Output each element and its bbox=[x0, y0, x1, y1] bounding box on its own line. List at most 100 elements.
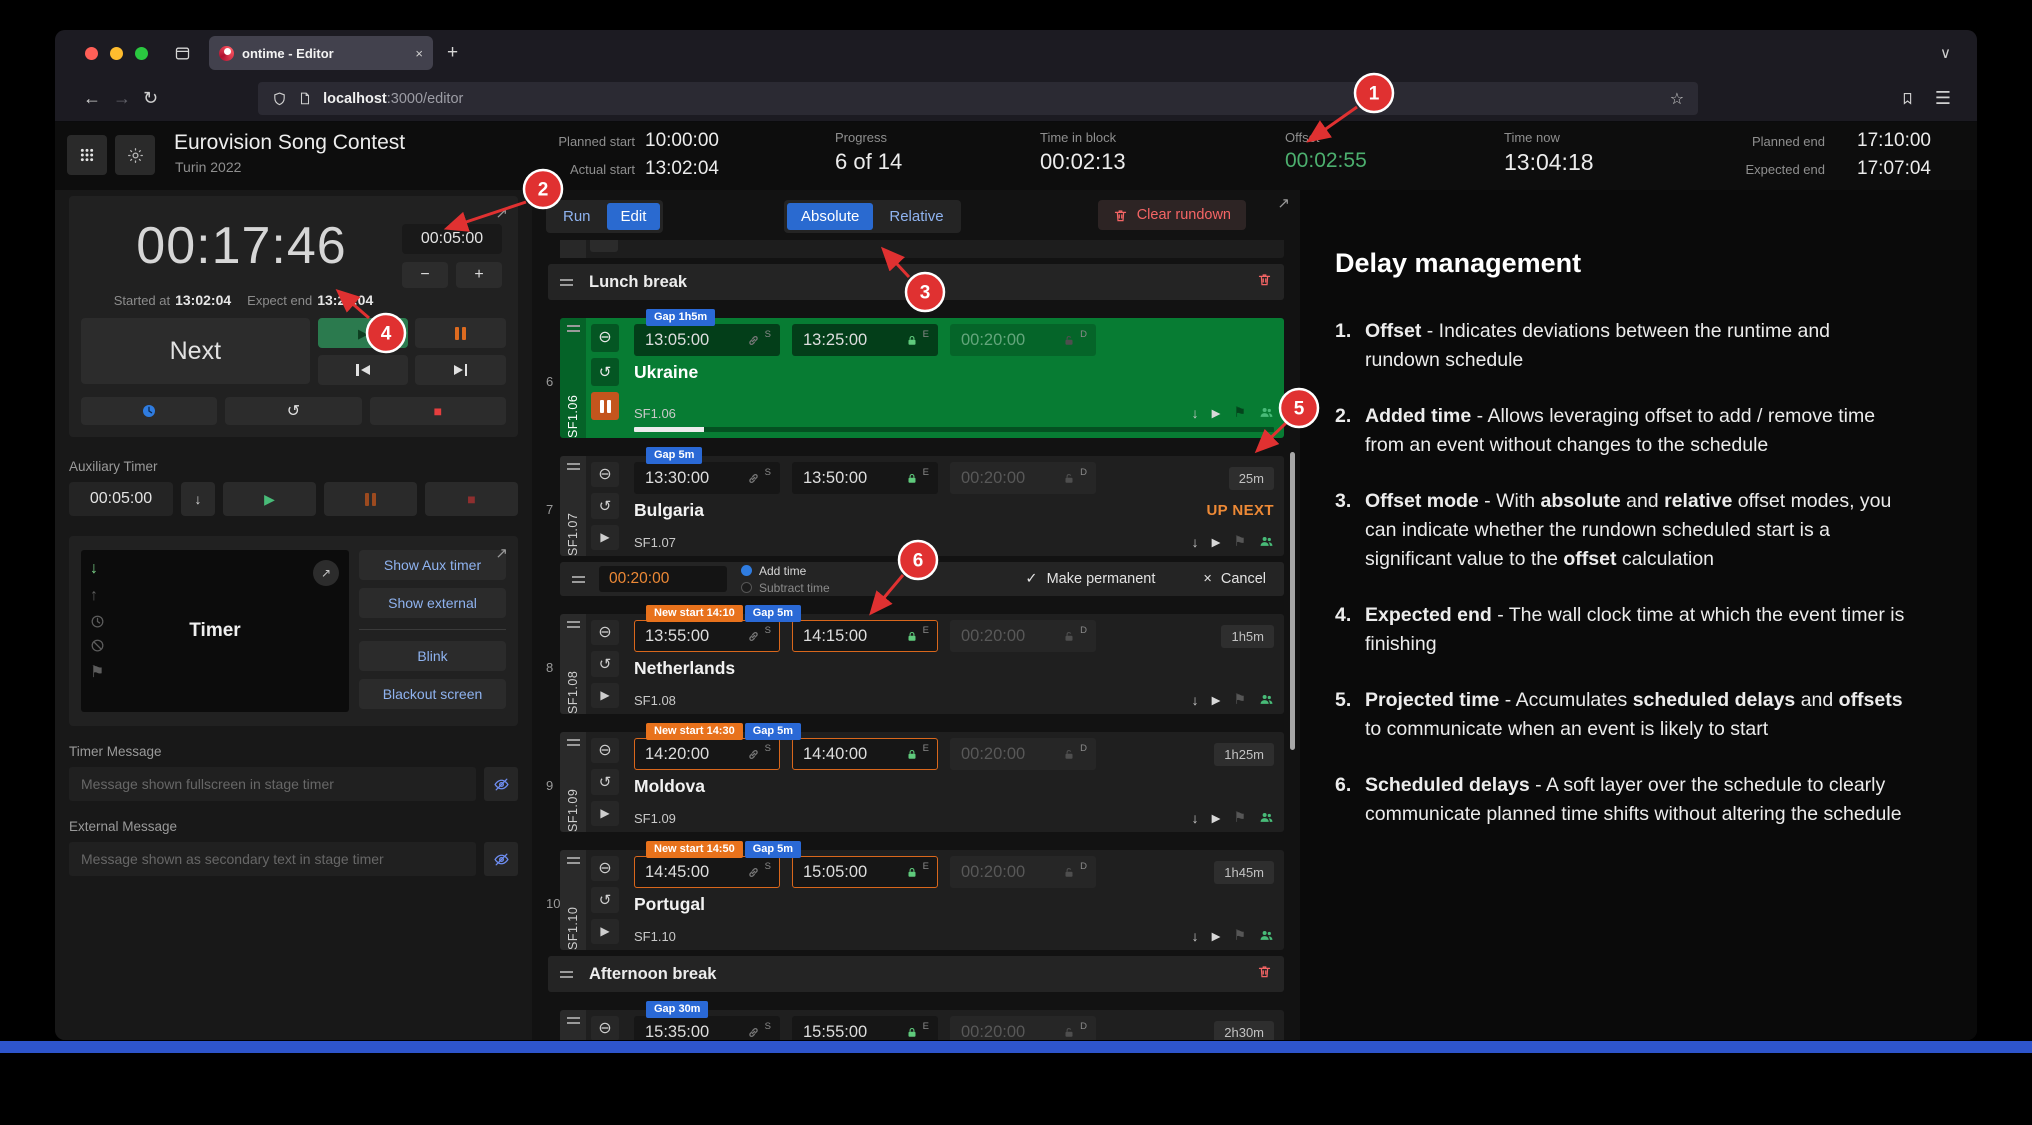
settings-button[interactable] bbox=[115, 135, 155, 175]
play-icon[interactable]: ▶ bbox=[1212, 535, 1221, 549]
reload-event-button[interactable]: ↺ bbox=[225, 397, 361, 425]
play-icon[interactable]: ▶ bbox=[1212, 929, 1221, 943]
dur dim-time-field[interactable]: 00:20:00D bbox=[950, 1016, 1096, 1040]
remove-event-button[interactable]: ⊖ bbox=[591, 462, 619, 487]
trash-icon[interactable] bbox=[1257, 964, 1272, 984]
forward-icon[interactable]: → bbox=[113, 88, 131, 109]
event-drag-strip[interactable]: SF1.06 bbox=[560, 318, 586, 438]
drag-handle-icon[interactable] bbox=[572, 576, 585, 583]
dur dim-time-field[interactable]: 00:20:00D bbox=[950, 462, 1096, 494]
start-time-field[interactable]: 14:45:00S bbox=[634, 856, 780, 888]
event-drag-strip[interactable]: SF1.07 bbox=[560, 456, 586, 556]
stop-button[interactable]: ■ bbox=[370, 397, 506, 425]
cancel-button[interactable]: ×Cancel bbox=[1197, 570, 1272, 588]
start-event-button[interactable]: ▶ bbox=[591, 525, 619, 550]
remove-event-button[interactable]: ⊖ bbox=[591, 856, 619, 881]
end-time-field[interactable]: 14:15:00E bbox=[792, 620, 938, 652]
event-drag-strip[interactable]: SF1.10 bbox=[560, 850, 586, 950]
browser-tab[interactable]: ontime - Editor × bbox=[209, 36, 433, 70]
apps-grid-button[interactable] bbox=[67, 135, 107, 175]
play-icon[interactable]: ▶ bbox=[1212, 811, 1221, 825]
skip-back-button[interactable] bbox=[318, 355, 409, 385]
aux-play-button[interactable]: ▶ bbox=[223, 482, 316, 516]
aux-timer-input[interactable] bbox=[69, 482, 173, 516]
remove-event-button[interactable]: ⊖ bbox=[591, 1016, 619, 1040]
toggle-external-message-button[interactable] bbox=[484, 842, 518, 876]
back-icon[interactable]: ← bbox=[83, 88, 101, 109]
rundown-list[interactable]: Lunch break6Gap 1h5mSF1.06⊖↺13:05:00S13:… bbox=[532, 240, 1300, 1040]
play-icon[interactable]: ▶ bbox=[1212, 693, 1221, 707]
end-time-field[interactable]: 13:25:00E bbox=[792, 324, 938, 356]
play-button[interactable]: ▶ bbox=[318, 318, 409, 348]
star-icon[interactable]: ☆ bbox=[1670, 89, 1684, 109]
tab-overview-icon[interactable] bbox=[174, 45, 191, 62]
start-time-field[interactable]: 13:55:00S bbox=[634, 620, 780, 652]
rundown-scrollbar[interactable] bbox=[1290, 452, 1295, 750]
tab-absolute[interactable]: Absolute bbox=[787, 203, 873, 230]
remove-event-button[interactable]: ⊖ bbox=[591, 620, 619, 645]
pause-button[interactable] bbox=[415, 318, 506, 348]
event-row[interactable]: SF1.06⊖↺13:05:00S13:25:00E00:20:00DUkrai… bbox=[560, 318, 1284, 438]
end-time-field[interactable]: 14:40:00E bbox=[792, 738, 938, 770]
remove-event-button[interactable]: ⊖ bbox=[591, 324, 619, 352]
tab-relative[interactable]: Relative bbox=[875, 203, 957, 230]
skip-forward-button[interactable] bbox=[415, 355, 506, 385]
event-drag-strip[interactable]: SF1.08 bbox=[560, 614, 586, 714]
dur dim-time-field[interactable]: 00:20:00D bbox=[950, 856, 1096, 888]
blackout-screen-button[interactable]: Blackout screen bbox=[359, 679, 506, 709]
url-field[interactable]: localhost:3000/editor ☆ bbox=[258, 82, 1698, 115]
load-event-button[interactable]: ↺ bbox=[591, 358, 619, 386]
dur dim-time-field[interactable]: 00:20:00D bbox=[950, 324, 1096, 356]
radio-subtract-time[interactable]: Subtract time bbox=[741, 581, 830, 595]
drag-handle-icon[interactable] bbox=[560, 279, 573, 286]
start-event-button[interactable]: ▶ bbox=[591, 683, 619, 708]
delay-amount-input[interactable] bbox=[599, 566, 727, 592]
dur dim-time-field[interactable]: 00:20:00D bbox=[950, 738, 1096, 770]
start-event-button[interactable]: ▶ bbox=[591, 801, 619, 826]
timer-message-input[interactable] bbox=[69, 767, 476, 801]
add-time-button[interactable]: + bbox=[456, 262, 502, 288]
end-time-field[interactable]: 15:05:00E bbox=[792, 856, 938, 888]
remove-event-button[interactable]: ⊖ bbox=[591, 738, 619, 763]
zoom-window-button[interactable] bbox=[135, 47, 148, 60]
make-permanent-button[interactable]: ✓Make permanent bbox=[1019, 570, 1161, 588]
time-mode-button[interactable] bbox=[81, 397, 217, 425]
start-time-field[interactable]: 15:35:00S bbox=[634, 1016, 780, 1040]
pause-event-button[interactable] bbox=[591, 392, 619, 420]
external-link-icon[interactable]: ↗ bbox=[313, 560, 339, 586]
menu-icon[interactable]: ☰ bbox=[1935, 88, 1951, 109]
start-time-field[interactable]: 13:30:00S bbox=[634, 462, 780, 494]
external-link-icon[interactable]: ↗ bbox=[495, 204, 508, 222]
start-time-field[interactable]: 13:05:00S bbox=[634, 324, 780, 356]
load-event-button[interactable]: ↺ bbox=[591, 887, 619, 912]
event-row[interactable]: SF1.08⊖↺▶13:55:00S14:15:00E00:20:00D1h5m… bbox=[560, 614, 1284, 714]
play-icon[interactable]: ▶ bbox=[1212, 406, 1221, 420]
external-link-icon[interactable]: ↗ bbox=[495, 544, 508, 562]
aux-pause-button[interactable] bbox=[324, 482, 417, 516]
event-row[interactable]: SF1.07⊖↺▶13:30:00S13:50:00E00:20:00D25mB… bbox=[560, 456, 1284, 556]
start-event-button[interactable]: ▶ bbox=[591, 919, 619, 944]
down-arrow-icon[interactable]: ↓ bbox=[1192, 928, 1199, 944]
remove-time-button[interactable]: − bbox=[402, 262, 448, 288]
radio-add-time[interactable]: Add time bbox=[741, 564, 830, 578]
rundown-block[interactable]: Afternoon break bbox=[548, 956, 1284, 992]
down-arrow-icon[interactable]: ↓ bbox=[1192, 405, 1199, 421]
down-arrow-icon[interactable]: ↓ bbox=[1192, 810, 1199, 826]
show-external-button[interactable]: Show external bbox=[359, 588, 506, 618]
event-row[interactable]: SF1.09⊖↺▶14:20:00S14:40:00E00:20:00D1h25… bbox=[560, 732, 1284, 832]
dur dim-time-field[interactable]: 00:20:00D bbox=[950, 620, 1096, 652]
show-aux-timer-button[interactable]: Show Aux timer bbox=[359, 550, 506, 580]
load-event-button[interactable]: ↺ bbox=[591, 493, 619, 518]
event-drag-strip[interactable]: SF1.09 bbox=[560, 732, 586, 832]
trash-icon[interactable] bbox=[1257, 272, 1272, 292]
bookmark-icon[interactable] bbox=[1900, 91, 1915, 106]
blink-button[interactable]: Blink bbox=[359, 641, 506, 671]
event-drag-strip[interactable]: SF1.11 bbox=[560, 1010, 586, 1040]
load-event-button[interactable]: ↺ bbox=[591, 651, 619, 676]
tab-edit[interactable]: Edit bbox=[607, 203, 661, 230]
event-row[interactable]: SF1.10⊖↺▶14:45:00S15:05:00E00:20:00D1h45… bbox=[560, 850, 1284, 950]
chevron-down-icon[interactable]: ∨ bbox=[1940, 44, 1951, 62]
external-link-icon[interactable]: ↗ bbox=[1277, 194, 1290, 212]
external-message-input[interactable] bbox=[69, 842, 476, 876]
rundown-block[interactable]: Lunch break bbox=[548, 264, 1284, 300]
